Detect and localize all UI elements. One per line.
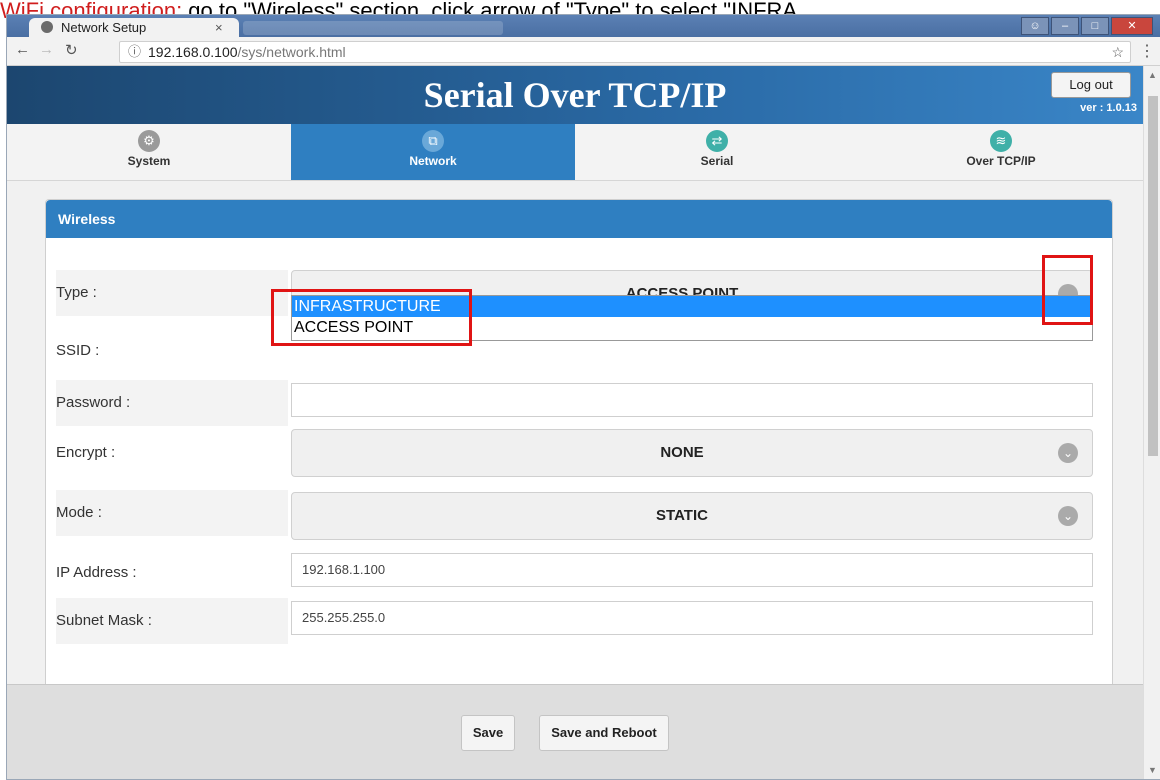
options-highlight-box xyxy=(271,289,472,346)
action-footer: Save Save and Reboot xyxy=(7,684,1143,779)
wifi-icon: ≋ xyxy=(990,130,1012,152)
mode-select-value: STATIC xyxy=(656,507,708,524)
save-button[interactable]: Save xyxy=(461,715,515,751)
nav-item-system[interactable]: ⚙ System xyxy=(7,124,291,180)
back-arrow-icon[interactable]: ← xyxy=(15,41,30,58)
nav-label-system: System xyxy=(127,154,171,168)
encrypt-label: Encrypt : xyxy=(56,444,116,461)
page-scrollbar[interactable]: ▲ ▼ xyxy=(1143,66,1160,779)
minimize-icon[interactable]: – xyxy=(1051,17,1079,35)
main-nav: ⚙ System ⧉ Network ⇄ Serial ≋ Over TCP/I… xyxy=(7,124,1143,181)
wireless-panel: Wireless Type : ACCESS POINT ⌄ SSID : Pa… xyxy=(45,199,1113,761)
subnet-mask-label: Subnet Mask : xyxy=(56,612,152,629)
page-favicon-icon xyxy=(41,21,53,33)
arrows-icon: ⇄ xyxy=(706,130,728,152)
app-title: Serial Over TCP/IP xyxy=(423,75,727,115)
browser-tab[interactable]: Network Setup × xyxy=(29,18,239,37)
password-label: Password : xyxy=(56,394,131,411)
tab-title: Network Setup xyxy=(61,20,147,35)
type-label: Type : xyxy=(56,284,97,301)
ssid-label: SSID : xyxy=(56,342,100,359)
browser-toolbar: ← → ↻ ⓘ 192.168.0.100/sys/network.html ☆… xyxy=(7,37,1160,66)
maximize-icon[interactable]: □ xyxy=(1081,17,1109,35)
window-close-icon[interactable]: ✕ xyxy=(1111,17,1153,35)
nav-label-serial: Serial xyxy=(700,154,734,168)
gear-icon: ⚙ xyxy=(138,130,160,152)
address-bar[interactable]: ⓘ 192.168.0.100/sys/network.html ☆ xyxy=(119,41,1131,63)
subnet-mask-field[interactable]: 255.255.255.0 xyxy=(291,601,1093,635)
scroll-up-icon[interactable]: ▲ xyxy=(1148,70,1157,80)
mode-chevron-down-icon[interactable]: ⌄ xyxy=(1058,506,1078,526)
ip-address-field[interactable]: 192.168.1.100 xyxy=(291,553,1093,587)
encrypt-chevron-down-icon[interactable]: ⌄ xyxy=(1058,443,1078,463)
version-label: ver : 1.0.13 xyxy=(1080,102,1137,114)
encrypt-select-value: NONE xyxy=(660,444,704,461)
network-icon: ⧉ xyxy=(422,130,444,152)
scrollbar-thumb[interactable] xyxy=(1148,96,1158,456)
logout-button[interactable]: Log out xyxy=(1051,72,1131,98)
url-text: 192.168.0.100/sys/network.html xyxy=(148,42,346,62)
password-field[interactable] xyxy=(291,383,1093,417)
save-and-reboot-button[interactable]: Save and Reboot xyxy=(539,715,669,751)
browser-menu-icon[interactable]: ⋮ xyxy=(1139,41,1155,61)
arrow-highlight-box xyxy=(1042,255,1093,325)
window-controls: ☺ – □ ✕ xyxy=(1019,17,1153,35)
forward-arrow-icon[interactable]: → xyxy=(39,41,54,58)
new-tab-area[interactable] xyxy=(243,21,503,35)
url-path: /sys/network.html xyxy=(237,44,346,60)
ip-address-label: IP Address : xyxy=(56,564,137,581)
page-viewport: Serial Over TCP/IP Log out ver : 1.0.13 … xyxy=(7,66,1143,779)
mode-select[interactable]: STATIC ⌄ xyxy=(291,492,1093,540)
scroll-down-icon[interactable]: ▼ xyxy=(1148,765,1157,775)
nav-item-network[interactable]: ⧉ Network xyxy=(291,124,575,180)
nav-item-serial[interactable]: ⇄ Serial xyxy=(575,124,859,180)
nav-item-over-tcpip[interactable]: ≋ Over TCP/IP xyxy=(859,124,1143,180)
wireless-section-title: Wireless xyxy=(46,200,1112,238)
nav-label-network: Network xyxy=(409,154,457,168)
site-info-icon[interactable]: ⓘ xyxy=(128,42,141,62)
reload-icon[interactable]: ↻ xyxy=(65,41,78,59)
app-banner: Serial Over TCP/IP Log out ver : 1.0.13 xyxy=(7,66,1143,124)
user-icon[interactable]: ☺ xyxy=(1021,17,1049,35)
browser-window: Network Setup × ☺ – □ ✕ ← → ↻ ⓘ 192.168.0.1… xyxy=(6,14,1160,780)
nav-label-over-tcpip: Over TCP/IP xyxy=(966,154,1036,168)
bookmark-star-icon[interactable]: ☆ xyxy=(1111,42,1124,62)
browser-titlebar: Network Setup × ☺ – □ ✕ xyxy=(7,15,1160,37)
mode-label: Mode : xyxy=(56,504,102,521)
tab-close-icon[interactable]: × xyxy=(215,18,223,37)
url-host: 192.168.0.100 xyxy=(148,44,238,60)
encrypt-select[interactable]: NONE ⌄ xyxy=(291,429,1093,477)
